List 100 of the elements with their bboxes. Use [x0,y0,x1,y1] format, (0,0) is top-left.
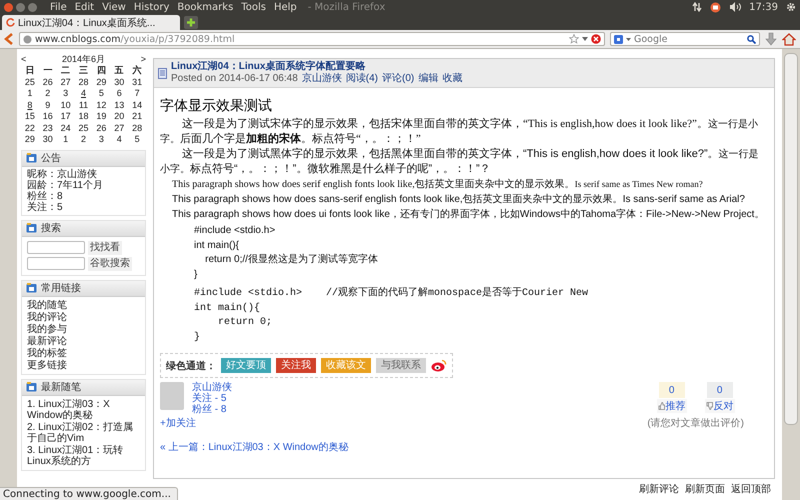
sidebar-link[interactable]: 1. Linux江湖03：X Window的奥秘 [27,398,140,420]
search-icon[interactable] [747,34,756,44]
calendar-day: 7 [134,88,140,98]
code-line: return 0;//很显然这是为了测试等宽字体 [204,253,379,267]
calendar-day[interactable]: 8 [27,100,32,110]
search-field[interactable]: Google [610,32,760,46]
calendar-day: 5 [98,88,104,98]
address-bar[interactable]: www.cnblogs.com/youxia/p/3792089.html [19,32,605,46]
calendar-day: 26 [42,76,53,86]
volume-icon[interactable] [729,2,742,12]
footer-link[interactable]: 刷新评论 [639,482,679,500]
paragraph: 这一段是为了测试黑体字的显示效果，包括黑体里面自带的英文字体，“This is english,how does it look like?”。这一行是小字。标点符号“，。：；！”。微软雅黑是什么样子的呢”，。：！”？ [160,147,760,177]
previous-post-label: « 上一篇： [160,440,208,454]
menu-item[interactable]: File [50,2,67,12]
search-button[interactable]: 谷歌搜索 [88,256,132,270]
sidebar-link[interactable]: 我的标签 [27,348,140,358]
previous-post-link[interactable]: Linux江湖03：X Window的奥秘 [208,440,348,454]
footer-link[interactable]: 刷新页面 [685,482,725,500]
calendar-day: 22 [24,122,35,132]
calendar-day: 30 [114,76,124,86]
menu-item[interactable]: History [134,2,170,12]
share-button[interactable]: 关注我 [276,358,316,373]
post-meta-link[interactable]: 阅读(4) [346,73,378,85]
post-meta-link[interactable]: 编辑 [418,73,438,85]
recommend-button[interactable]: 0 推荐 [656,382,687,413]
calendar-day: 2 [80,134,86,144]
followers-link[interactable]: 粉丝 - 8 [192,404,232,415]
sidebar-link[interactable]: 最新评论 [27,336,140,346]
url-text: www.cnblogs.com/youxia/p/3792089.html [35,34,235,44]
post-meta-link[interactable]: 评论(0) [382,73,414,85]
calendar-day: 27 [60,76,71,86]
code-line: int main(){ [194,302,262,316]
search-button[interactable]: 找找看 [88,240,122,254]
calendar-day: 26 [96,122,106,132]
next-month-link[interactable]: > [140,53,146,65]
post-meta-link[interactable]: 收藏 [442,73,462,85]
avatar-placeholder [160,382,184,410]
panel-title: 搜索 [41,222,61,235]
code-line: int main(){ [194,238,240,252]
calendar-day: 29 [96,76,106,86]
sidebar-link[interactable]: 我的随笔 [27,300,140,310]
calendar-day: 18 [78,111,88,121]
google-icon [614,34,623,44]
calendar-day: 10 [60,100,71,110]
minimize-button[interactable] [16,2,25,12]
new-tab-button[interactable] [184,16,198,29]
footer-link[interactable]: 返回顶部 [731,482,771,500]
download-icon[interactable] [765,32,777,46]
stop-icon[interactable] [591,34,601,44]
thumbs-down-icon [706,402,713,410]
share-button[interactable]: 与我联系 [376,358,426,373]
notice-line: 昵称：京山游侠 [27,168,98,180]
post-title-link[interactable]: Linux江湖04：Linux桌面系统字体配置要略 [171,61,462,73]
search-input[interactable] [27,241,85,254]
back-icon[interactable] [4,33,14,45]
calendar-day: 2 [45,88,50,98]
folder-icon [26,382,37,392]
sidebar-link[interactable]: 更多链接 [27,360,140,370]
globe-icon [23,34,32,44]
menu-item[interactable]: Edit [74,2,94,12]
dropdown-icon[interactable] [626,38,631,40]
sidebar-link[interactable]: 2. Linux江湖02：打造属于自己的Vim [27,422,140,444]
calendar-day: 15 [24,111,35,121]
search-input[interactable] [27,257,85,270]
sidebar-link[interactable]: 我的评论 [27,312,140,322]
close-button[interactable] [4,2,13,12]
menu-item[interactable]: Help [274,2,297,12]
oppose-button[interactable]: 0 反对 [704,382,735,413]
weekday-label: 三 [78,65,89,76]
author-name-link[interactable]: 京山游侠 [192,382,232,393]
following-link[interactable]: 关注 - 5 [192,393,232,404]
calendar-day: 1 [63,134,68,144]
author-link[interactable]: 京山游侠 [302,73,342,85]
maximize-button[interactable] [28,2,37,12]
scrollbar-thumb[interactable] [784,53,798,425]
status-bar: Connecting to www.google.com... [0,487,178,500]
calendar-day: 27 [114,122,124,132]
weibo-icon[interactable] [431,359,447,372]
star-icon[interactable] [569,34,579,44]
menu-item[interactable]: View [102,2,126,12]
home-icon[interactable] [782,32,796,46]
panel-title: 最新随笔 [41,380,81,394]
menu-item[interactable]: Tools [241,2,266,12]
sidebar-link[interactable]: 3. Linux江湖01：玩转Linux系统的方 [27,444,140,466]
sidebar-link[interactable]: 我的参与 [27,324,140,334]
scrollbar[interactable] [782,49,800,500]
folder-icon [26,153,37,163]
follow-link[interactable]: +加关注 [160,418,196,429]
thumbs-up-icon [658,402,665,410]
previous-month-link[interactable]: < [21,53,26,65]
weekday-label: 四 [96,65,107,76]
weekday-label: 日 [24,65,36,76]
calendar-day: 28 [132,122,142,132]
settings-icon[interactable] [786,2,796,12]
calendar-day[interactable]: 4 [80,88,86,98]
menu-item[interactable]: Bookmarks [177,2,234,12]
code-line: #include <stdio.h> //观察下面的代码了解monospace是否等于Courier New [194,287,590,301]
dropdown-icon[interactable] [582,37,588,41]
network-icon[interactable] [692,2,702,12]
browser-tab[interactable]: Linux江湖04：Linux桌面系统... [2,15,180,30]
